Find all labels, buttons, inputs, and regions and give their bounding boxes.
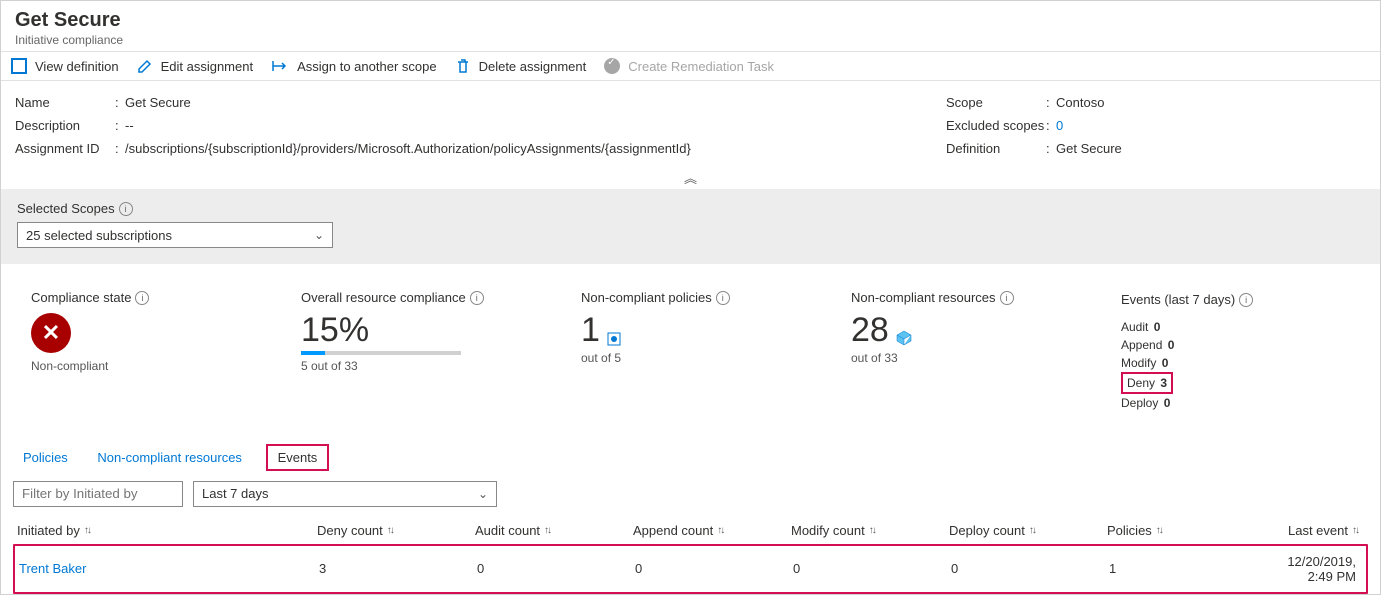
definition-icon xyxy=(11,58,27,74)
col-policies[interactable]: Policies↑↓ xyxy=(1107,523,1257,538)
info-icon[interactable]: i xyxy=(470,291,484,305)
compliance-state-title: Compliance state xyxy=(31,290,131,305)
pencil-icon xyxy=(137,58,153,74)
tab-events[interactable]: Events xyxy=(266,444,330,471)
info-icon[interactable]: i xyxy=(135,291,149,305)
selected-scopes-section: Selected Scopes i 25 selected subscriptio… xyxy=(1,189,1380,264)
col-modify-count[interactable]: Modify count↑↓ xyxy=(791,523,949,538)
info-icon[interactable]: i xyxy=(716,291,730,305)
info-icon[interactable]: i xyxy=(119,202,133,216)
event-deny[interactable]: Deny 3 xyxy=(1121,372,1173,394)
delete-assignment-button[interactable]: Delete assignment xyxy=(455,58,587,74)
event-deploy: Deploy 0 xyxy=(1121,394,1253,412)
append-count-cell: 0 xyxy=(635,554,793,584)
overall-compliance-title: Overall resource compliance xyxy=(301,290,466,305)
event-audit: Audit 0 xyxy=(1121,318,1253,336)
audit-count-cell: 0 xyxy=(477,554,635,584)
modify-count-cell: 0 xyxy=(793,554,951,584)
tabs: Policies Non-compliant resources Events xyxy=(1,438,1380,481)
toolbar: View definition Edit assignment Assign t… xyxy=(1,51,1380,81)
events-table: Initiated by↑↓ Deny count↑↓ Audit count↑… xyxy=(1,513,1380,594)
assign-scope-icon xyxy=(271,58,289,74)
definition-label: Definition xyxy=(946,141,1046,156)
assign-scope-button[interactable]: Assign to another scope xyxy=(271,58,436,74)
col-append-count[interactable]: Append count↑↓ xyxy=(633,523,791,538)
filter-row: Last 7 days ⌄ xyxy=(1,481,1380,513)
delete-assignment-label: Delete assignment xyxy=(479,59,587,74)
assignment-id-label: Assignment ID xyxy=(15,141,115,156)
noncompliant-resources-sub: out of 33 xyxy=(851,351,1081,365)
scope-select-value: 25 selected subscriptions xyxy=(26,228,172,243)
tab-policies[interactable]: Policies xyxy=(17,446,74,469)
excluded-scopes-label: Excluded scopes xyxy=(946,118,1046,133)
assignment-id-value: /subscriptions/{subscriptionId}/provider… xyxy=(125,141,946,156)
overall-compliance-value: 15% xyxy=(301,313,541,347)
col-initiated-by[interactable]: Initiated by↑↓ xyxy=(17,523,317,538)
table-row[interactable]: Trent Baker 3 0 0 0 0 1 12/20/2019, 2:49… xyxy=(13,544,1368,594)
tab-noncompliant-resources[interactable]: Non-compliant resources xyxy=(91,446,248,469)
description-value: -- xyxy=(125,118,946,133)
noncompliant-resources-value: 28 xyxy=(851,313,889,347)
col-audit-count[interactable]: Audit count↑↓ xyxy=(475,523,633,538)
noncompliant-policies-title: Non-compliant policies xyxy=(581,290,712,305)
noncompliant-policies-sub: out of 5 xyxy=(581,351,811,365)
assign-scope-label: Assign to another scope xyxy=(297,59,436,74)
noncompliant-policies-value: 1 xyxy=(581,313,600,347)
page-subtitle: Initiative compliance xyxy=(15,33,1366,47)
col-deploy-count[interactable]: Deploy count↑↓ xyxy=(949,523,1107,538)
chevron-down-icon: ⌄ xyxy=(478,487,488,501)
name-value: Get Secure xyxy=(125,95,946,110)
deny-count-cell: 3 xyxy=(319,554,477,584)
scope-value: Contoso xyxy=(1056,95,1366,110)
chevron-down-icon: ⌄ xyxy=(314,228,324,242)
create-remediation-button: Create Remediation Task xyxy=(604,58,774,74)
trash-icon xyxy=(455,58,471,74)
initiated-by-filter-input[interactable] xyxy=(13,481,183,507)
compliance-progress xyxy=(301,351,461,355)
compliance-state-icon: ✕ xyxy=(31,313,71,353)
last-event-cell: 12/20/2019, 2:49 PM xyxy=(1259,554,1362,584)
details-section: Name:Get Secure Description:-- Assignmen… xyxy=(1,81,1380,166)
initiated-by-link[interactable]: Trent Baker xyxy=(19,554,319,584)
event-append: Append 0 xyxy=(1121,336,1253,354)
name-label: Name xyxy=(15,95,115,110)
compliance-state-text: Non-compliant xyxy=(31,359,261,373)
excluded-scopes-value[interactable]: 0 xyxy=(1056,118,1366,133)
view-definition-label: View definition xyxy=(35,59,119,74)
selected-scopes-label: Selected Scopes xyxy=(17,201,115,216)
cube-icon xyxy=(895,329,913,347)
description-label: Description xyxy=(15,118,115,133)
col-deny-count[interactable]: Deny count↑↓ xyxy=(317,523,475,538)
remediation-icon xyxy=(604,58,620,74)
policy-icon xyxy=(606,331,622,347)
collapse-toggle[interactable]: ︽ xyxy=(1,166,1380,189)
edit-assignment-label: Edit assignment xyxy=(161,59,254,74)
noncompliant-resources-title: Non-compliant resources xyxy=(851,290,996,305)
scope-select[interactable]: 25 selected subscriptions ⌄ xyxy=(17,222,333,248)
view-definition-button[interactable]: View definition xyxy=(11,58,119,74)
scope-label: Scope xyxy=(946,95,1046,110)
stats-row: Compliance state i ✕ Non-compliant Overal… xyxy=(1,264,1380,428)
event-modify: Modify 0 xyxy=(1121,354,1253,372)
edit-assignment-button[interactable]: Edit assignment xyxy=(137,58,254,74)
deploy-count-cell: 0 xyxy=(951,554,1109,584)
overall-compliance-sub: 5 out of 33 xyxy=(301,359,541,373)
col-last-event[interactable]: Last event↑↓ xyxy=(1257,523,1364,538)
info-icon[interactable]: i xyxy=(1000,291,1014,305)
policies-cell: 1 xyxy=(1109,554,1259,584)
time-range-select[interactable]: Last 7 days ⌄ xyxy=(193,481,497,507)
events-title: Events (last 7 days) xyxy=(1121,290,1235,310)
info-icon[interactable]: i xyxy=(1239,293,1253,307)
create-remediation-label: Create Remediation Task xyxy=(628,59,774,74)
page-title: Get Secure xyxy=(15,9,1366,32)
time-range-value: Last 7 days xyxy=(202,486,269,501)
definition-value: Get Secure xyxy=(1056,141,1366,156)
